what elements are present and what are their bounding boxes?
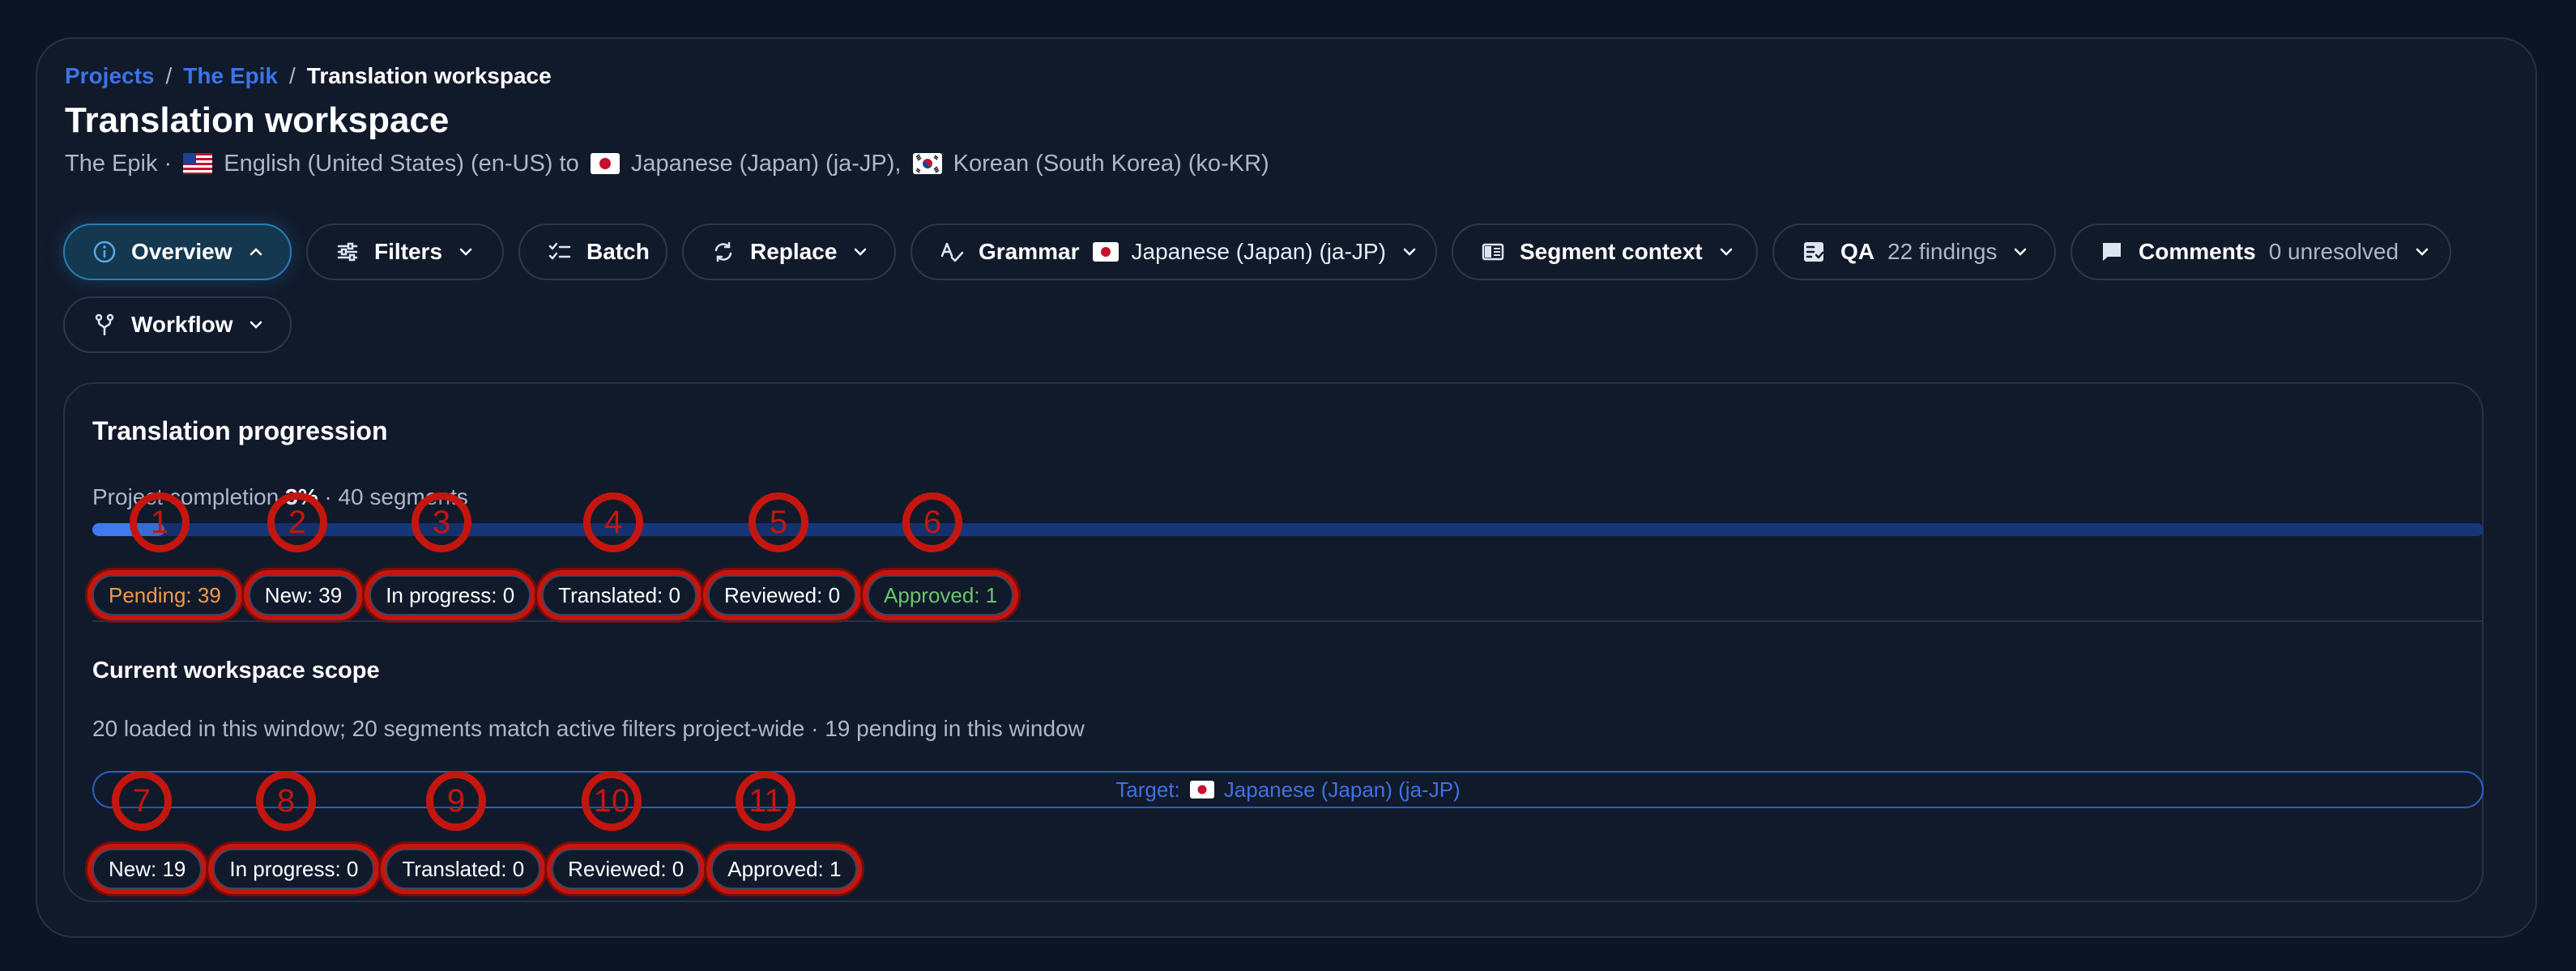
replace-label: Replace (750, 239, 838, 264)
japan-flag-icon (1189, 781, 1214, 799)
batch-button[interactable]: Batch (518, 224, 667, 280)
page-title: Translation workspace (65, 100, 450, 140)
workspace-panel: Projects / The Epik / Translation worksp… (36, 37, 2537, 938)
annotation-marker: 9 (426, 771, 486, 831)
approved-chip[interactable]: Approved: 1 (868, 575, 1014, 615)
annotation-marker: 8 (256, 771, 316, 831)
workflow-branch-icon (91, 311, 118, 339)
sliders-icon (334, 238, 361, 266)
breadcrumb-separator: / (165, 63, 173, 88)
grammar-language: Japanese (Japan) (ja-JP) (1131, 239, 1386, 264)
segment-context-button[interactable]: Segment context (1452, 224, 1758, 280)
batch-label: Batch (586, 239, 650, 264)
scope-summary: 20 loaded in this window; 20 segments ma… (92, 716, 1085, 741)
subtitle-target-language-1: Japanese (Japan) (ja-JP), (630, 151, 902, 177)
scope-in-progress-chip[interactable]: In progress: 0 (213, 849, 375, 889)
annotation-marker: 6 (902, 492, 962, 552)
subtitle-target-language-2: Korean (South Korea) (ko-KR) (953, 151, 1269, 177)
segment-context-label: Segment context (1520, 239, 1703, 264)
qa-button[interactable]: QA 22 findings (1772, 224, 2056, 280)
overview-label: Overview (131, 239, 232, 264)
chevron-down-icon (1716, 241, 1737, 262)
reviewed-chip[interactable]: Reviewed: 0 (707, 575, 857, 615)
workflow-button[interactable]: Workflow (63, 296, 292, 353)
japan-flag-icon (1092, 242, 1119, 262)
new-chip[interactable]: New: 39 (248, 575, 359, 615)
filters-label: Filters (374, 239, 443, 264)
comments-unresolved-count: 0 unresolved (2268, 239, 2399, 264)
grammar-button[interactable]: Grammar Japanese (Japan) (ja-JP) (911, 224, 1437, 280)
chevron-down-icon (455, 241, 476, 262)
us-flag-icon (183, 153, 213, 174)
scope-approved-chip[interactable]: Approved: 1 (711, 849, 858, 889)
chevron-up-icon (245, 241, 267, 262)
annotation-marker: 2 (267, 492, 327, 552)
breadcrumb-separator: / (288, 63, 296, 88)
progression-status-chips: Pending: 39 New: 39 In progress: 0 Trans… (92, 575, 1014, 615)
info-icon (91, 238, 118, 266)
scope-title: Current workspace scope (92, 658, 380, 684)
comments-label: Comments (2139, 239, 2256, 264)
qa-check-icon (1800, 238, 1828, 266)
chevron-down-icon (850, 241, 871, 262)
annotation-marker: 4 (583, 492, 643, 552)
annotation-marker: 5 (748, 492, 808, 552)
target-prefix: Target: (1115, 777, 1180, 802)
panel-icon (1479, 238, 1507, 266)
chevron-down-icon (1399, 241, 1420, 262)
subtitle-project: The Epik · (65, 151, 173, 177)
qa-label: QA (1840, 239, 1874, 264)
overview-button[interactable]: Overview (63, 224, 292, 280)
scope-status-chips: New: 19 In progress: 0 Translated: 0 Rev… (92, 849, 858, 889)
replace-button[interactable]: Replace (682, 224, 896, 280)
translated-chip[interactable]: Translated: 0 (542, 575, 697, 615)
replace-icon (710, 238, 737, 266)
checklist-icon (546, 238, 574, 266)
annotation-marker: 11 (736, 771, 795, 831)
breadcrumb-projects-link[interactable]: Projects (65, 63, 155, 89)
section-divider (92, 620, 2484, 622)
pending-chip[interactable]: Pending: 39 (92, 575, 237, 615)
comments-button[interactable]: Comments 0 unresolved (2071, 224, 2451, 280)
annotation-marker: 3 (412, 492, 471, 552)
target-language: Japanese (Japan) (ja-JP) (1223, 777, 1461, 802)
breadcrumb-current: Translation workspace (306, 63, 552, 88)
progression-title: Translation progression (92, 416, 388, 445)
scope-new-chip[interactable]: New: 19 (92, 849, 203, 889)
qa-findings-count: 22 findings (1887, 239, 1998, 264)
annotation-marker: 1 (130, 492, 190, 552)
translation-progression-card: Translation progression Project completi… (63, 382, 2484, 902)
chevron-down-icon (245, 314, 267, 335)
filters-button[interactable]: Filters (306, 224, 504, 280)
page-subtitle: The Epik · English (United States) (en-U… (65, 151, 1269, 177)
spellcheck-icon (938, 238, 966, 266)
subtitle-source-language: English (United States) (en-US) to (224, 151, 579, 177)
in-progress-chip[interactable]: In progress: 0 (369, 575, 531, 615)
japan-flag-icon (590, 153, 620, 174)
chevron-down-icon (2412, 241, 2433, 262)
scope-reviewed-chip[interactable]: Reviewed: 0 (552, 849, 701, 889)
chevron-down-icon (2010, 241, 2031, 262)
completion-prefix: Project completion (92, 484, 279, 509)
grammar-label: Grammar (979, 239, 1080, 264)
annotation-marker: 10 (582, 771, 642, 831)
korea-flag-icon (912, 153, 942, 174)
workflow-label: Workflow (131, 312, 233, 337)
comment-icon (2098, 238, 2126, 266)
annotation-marker: 7 (112, 771, 172, 831)
breadcrumb-project-link[interactable]: The Epik (183, 63, 278, 89)
scope-translated-chip[interactable]: Translated: 0 (386, 849, 541, 889)
breadcrumb: Projects / The Epik / Translation worksp… (65, 63, 552, 89)
